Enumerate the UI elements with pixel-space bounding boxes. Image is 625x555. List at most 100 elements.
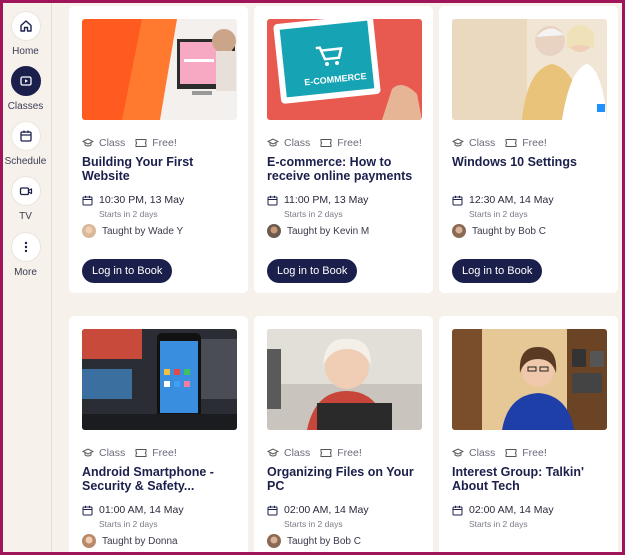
- play-icon: [10, 66, 41, 96]
- video-camera-icon: [10, 176, 41, 206]
- home-icon: [10, 11, 41, 41]
- free-tag-label: Free!: [337, 447, 362, 459]
- class-tag: Class: [82, 447, 125, 459]
- calendar-icon: [452, 505, 463, 516]
- graduation-cap-icon: [267, 138, 279, 147]
- avatar: [267, 224, 281, 238]
- class-thumbnail: E-COMMERCE: [267, 19, 422, 120]
- sidebar-item-home[interactable]: Home: [3, 11, 48, 57]
- class-card[interactable]: Class Free! Interest Group: Talkin' Abou…: [439, 316, 618, 552]
- sidebar-item-schedule[interactable]: Schedule: [3, 121, 48, 167]
- class-teacher: Taught by Wade Y: [82, 224, 183, 238]
- class-tag: Class: [452, 137, 495, 149]
- free-tag: Free!: [320, 447, 362, 459]
- graduation-cap-icon: [82, 448, 94, 457]
- class-thumbnail: [82, 19, 237, 120]
- class-tag-label: Class: [469, 137, 496, 149]
- class-thumbnail: [452, 19, 607, 120]
- class-time: 02:00 AM, 14 May: [469, 504, 554, 516]
- calendar-icon: [267, 505, 278, 516]
- class-tags: Class Free!: [82, 137, 187, 149]
- class-tags: Class Free!: [267, 137, 372, 149]
- login-to-book-button[interactable]: Log in to Book: [452, 259, 543, 283]
- sidebar-item-more[interactable]: More: [3, 232, 48, 278]
- class-starts: Starts in 2 days: [284, 209, 343, 219]
- avatar: [82, 224, 96, 238]
- free-tag-label: Free!: [522, 447, 547, 459]
- class-datetime: 02:00 AM, 14 May Starts in 2 days: [452, 504, 554, 529]
- ticket-icon: [320, 139, 332, 147]
- class-tag-label: Class: [469, 447, 496, 459]
- class-tag-label: Class: [284, 447, 311, 459]
- graduation-cap-icon: [82, 138, 94, 147]
- class-card[interactable]: Class Free! Windows 10 Settings 12:30 AM…: [439, 6, 618, 293]
- sidebar-item-tv[interactable]: TV: [3, 176, 48, 222]
- class-thumbnail: [452, 329, 607, 430]
- free-tag-label: Free!: [152, 447, 177, 459]
- class-teacher: Taught by Donna: [82, 534, 178, 548]
- teacher-name: Taught by Donna: [102, 535, 178, 547]
- graduation-cap-icon: [452, 138, 464, 147]
- class-tags: Class Free!: [82, 447, 187, 459]
- class-datetime: 10:30 PM, 13 May Starts in 2 days: [82, 194, 184, 219]
- free-tag: Free!: [320, 137, 362, 149]
- class-tag: Class: [82, 137, 125, 149]
- class-tags: Class Free!: [452, 137, 557, 149]
- class-tag-label: Class: [284, 137, 311, 149]
- teacher-name: Taught by Bob C: [287, 535, 361, 547]
- avatar: [452, 224, 466, 238]
- class-title[interactable]: Organizing Files on Your PC: [267, 465, 427, 493]
- teacher-name: Taught by Wade Y: [102, 225, 184, 237]
- class-teacher: Taught by Kevin M: [267, 224, 369, 238]
- class-datetime: 01:00 AM, 14 May Starts in 2 days: [82, 504, 184, 529]
- sidebar-item-label: Home: [12, 46, 39, 57]
- class-starts: Starts in 2 days: [99, 209, 158, 219]
- login-to-book-button[interactable]: Log in to Book: [267, 259, 358, 283]
- class-card[interactable]: E-COMMERCE Class Free! E-commerce: How t…: [254, 6, 433, 293]
- class-datetime: 12:30 AM, 14 May Starts in 2 days: [452, 194, 554, 219]
- more-vertical-icon: [10, 232, 41, 262]
- class-card[interactable]: Class Free! Organizing Files on Your PC …: [254, 316, 433, 552]
- free-tag-label: Free!: [152, 137, 177, 149]
- ticket-icon: [135, 139, 147, 147]
- class-card[interactable]: Class Free! Building Your First Website …: [69, 6, 248, 293]
- class-thumbnail: [267, 329, 422, 430]
- free-tag-label: Free!: [337, 137, 362, 149]
- class-time: 12:30 AM, 14 May: [469, 194, 554, 206]
- calendar-icon: [267, 195, 278, 206]
- class-title[interactable]: Interest Group: Talkin' About Tech: [452, 465, 612, 493]
- class-title[interactable]: E-commerce: How to receive online paymen…: [267, 155, 427, 183]
- ticket-icon: [320, 449, 332, 457]
- free-tag: Free!: [505, 137, 547, 149]
- class-card[interactable]: Class Free! Android Smartphone - Securit…: [69, 316, 248, 552]
- calendar-icon: [10, 121, 41, 151]
- class-time: 01:00 AM, 14 May: [99, 504, 184, 516]
- class-datetime: 11:00 PM, 13 May Starts in 2 days: [267, 194, 368, 219]
- teacher-name: Taught by Kevin M: [287, 225, 370, 237]
- login-to-book-button[interactable]: Log in to Book: [82, 259, 173, 283]
- calendar-icon: [82, 505, 93, 516]
- class-time: 10:30 PM, 13 May: [99, 194, 185, 206]
- sidebar-item-label: TV: [19, 211, 32, 222]
- free-tag: Free!: [135, 447, 177, 459]
- calendar-icon: [82, 195, 93, 206]
- sidebar: Home Classes Schedule TV More: [3, 3, 52, 552]
- class-title[interactable]: Windows 10 Settings: [452, 155, 612, 169]
- class-title[interactable]: Android Smartphone - Security & Safety..…: [82, 465, 242, 493]
- ticket-icon: [135, 449, 147, 457]
- free-tag: Free!: [135, 137, 177, 149]
- class-tag: Class: [267, 447, 310, 459]
- class-time: 11:00 PM, 13 May: [284, 194, 369, 206]
- class-starts: Starts in 2 days: [284, 519, 343, 529]
- teacher-name: Taught by Bob C: [472, 225, 546, 237]
- class-tag: Class: [267, 137, 310, 149]
- sidebar-item-label: More: [14, 267, 37, 278]
- sidebar-item-classes[interactable]: Classes: [3, 66, 48, 112]
- avatar: [267, 534, 281, 548]
- avatar: [82, 534, 96, 548]
- graduation-cap-icon: [267, 448, 279, 457]
- free-tag-label: Free!: [522, 137, 547, 149]
- class-title[interactable]: Building Your First Website: [82, 155, 242, 183]
- class-tag-label: Class: [99, 447, 126, 459]
- class-starts: Starts in 2 days: [469, 209, 528, 219]
